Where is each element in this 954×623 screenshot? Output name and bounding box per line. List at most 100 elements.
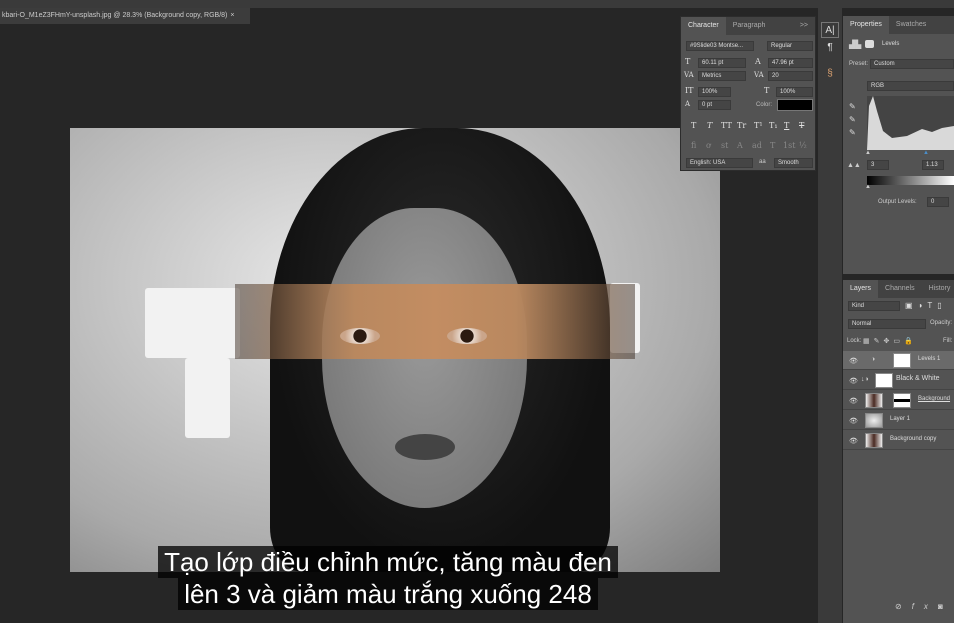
color-label: Color: — [756, 102, 773, 108]
filter-icons[interactable]: ▣◑T▯ — [905, 301, 947, 310]
paragraph-panel-icon[interactable]: ¶ — [821, 40, 839, 56]
glyphs-panel-icon[interactable]: § — [821, 66, 839, 82]
character-panel-icon[interactable]: A| — [821, 22, 839, 38]
torn-paper — [145, 288, 240, 358]
leading-input[interactable]: 47.96 pt — [768, 58, 813, 68]
underline-button[interactable]: T — [784, 121, 789, 130]
output-black-field[interactable]: 0 — [927, 197, 949, 207]
layer-row[interactable]: 👁 Layer 1 — [843, 411, 954, 430]
vertical-scale-icon: IT — [685, 86, 694, 95]
eye — [447, 328, 487, 344]
baseline-shift-icon: A — [685, 100, 691, 108]
font-family-select[interactable]: #9Slide03 Montse... — [686, 41, 754, 51]
tab-layers[interactable]: Layers — [843, 280, 879, 298]
baseline-shift-input[interactable]: 0 pt — [698, 100, 731, 110]
document-tab[interactable]: kbari-O_M1eZ3FHmY-unsplash.jpg @ 28.3% (… — [0, 8, 250, 24]
superscript-button[interactable]: T¹ — [754, 121, 763, 130]
visibility-eye-icon[interactable]: 👁 — [849, 397, 858, 405]
options-bar — [0, 0, 954, 8]
layer-name: Layer 1 — [890, 416, 911, 422]
input-black-field[interactable]: 3 — [867, 160, 889, 170]
layer-footer-icons[interactable]: ⊘fx◙ — [895, 602, 953, 611]
layer-name: Black & White — [896, 375, 940, 382]
visibility-eye-icon[interactable]: 👁 — [849, 437, 858, 445]
font-style-select[interactable]: Regular — [767, 41, 813, 51]
color-band — [235, 284, 635, 359]
tracking-select[interactable]: 20 — [768, 71, 813, 81]
tab-character[interactable]: Character — [681, 17, 726, 35]
blend-mode-select[interactable]: Normal — [848, 319, 926, 329]
subscript-button[interactable]: T₁ — [769, 121, 778, 130]
torn-paper — [185, 358, 230, 438]
eye — [340, 328, 380, 344]
ordinals-button[interactable]: 1st — [783, 141, 795, 150]
opacity-label: Opacity: — [930, 320, 953, 326]
faux-italic-button[interactable]: T — [707, 121, 712, 130]
visibility-eye-icon[interactable]: 👁 — [849, 417, 858, 425]
text-color-swatch[interactable] — [777, 99, 813, 111]
tab-history[interactable]: History — [922, 280, 954, 298]
ligatures-button[interactable]: fi — [691, 141, 696, 150]
subtitle-line: lên 3 và giảm màu trắng xuống 248 — [178, 578, 598, 610]
image-canvas[interactable] — [70, 128, 720, 572]
kerning-icon: VA — [684, 71, 694, 79]
discretionary-ligatures-button[interactable]: st — [721, 141, 728, 150]
auto-levels-icon[interactable]: ▲▲ — [847, 162, 861, 169]
tab-swatches[interactable]: Swatches — [889, 16, 933, 34]
small-caps-button[interactable]: Tr — [737, 121, 746, 130]
subtitle: Tạo lớp điều chỉnh mức, tăng màu đen lên… — [108, 546, 668, 610]
layer-row[interactable]: 👁 Background copy — [843, 431, 954, 450]
all-caps-button[interactable]: TT — [721, 121, 732, 130]
lips — [395, 434, 455, 460]
layer-row[interactable]: 👁 ◑ Levels 1 — [843, 351, 954, 370]
levels-icon: ▟▙ — [849, 40, 862, 49]
mask-icon — [865, 40, 874, 48]
layer-filter-select[interactable]: Kind — [848, 301, 900, 311]
visibility-eye-icon[interactable]: 👁 — [849, 357, 858, 365]
preset-label: Preset: — [849, 61, 869, 67]
layer-thumbnail — [865, 413, 883, 428]
output-levels-label: Output Levels: — [878, 199, 917, 205]
close-tab-icon[interactable]: × — [230, 12, 234, 19]
bw-adjustment-icon: ↓◑ — [861, 376, 869, 383]
layer-thumbnail — [865, 393, 883, 408]
leading-icon: A — [755, 57, 761, 66]
fractions-button[interactable]: ½ — [799, 141, 807, 150]
stylistic-alternates-button[interactable]: ad — [752, 141, 762, 150]
lock-label: Lock: — [847, 338, 862, 344]
panel-menu-button[interactable]: >> — [793, 17, 815, 35]
visibility-eye-icon[interactable]: 👁 — [849, 377, 858, 385]
vertical-scale-input[interactable]: 100% — [698, 87, 731, 97]
layer-name: Levels 1 — [918, 356, 941, 362]
document-title: kbari-O_M1eZ3FHmY-unsplash.jpg @ 28.3% (… — [2, 12, 228, 19]
font-size-input[interactable]: 60.11 pt — [698, 58, 746, 68]
output-gradient — [867, 176, 954, 185]
horizontal-scale-input[interactable]: 100% — [776, 87, 813, 97]
language-select[interactable]: English: USA — [686, 158, 753, 168]
tab-paragraph[interactable]: Paragraph — [726, 17, 773, 35]
output-black-slider[interactable]: ▲ — [865, 184, 871, 190]
layer-row[interactable]: 👁 Background — [843, 391, 954, 410]
input-mid-field[interactable]: 1.13 — [922, 160, 944, 170]
properties-title: Levels — [882, 41, 900, 47]
layer-row[interactable]: 👁 ↓◑ Black & White — [843, 371, 954, 390]
swash-button[interactable]: A — [737, 141, 743, 150]
strikethrough-button[interactable]: T — [799, 121, 804, 130]
old-style-button[interactable]: ơ — [706, 141, 711, 150]
layer-thumbnail — [865, 433, 883, 448]
faux-bold-button[interactable]: T — [691, 121, 696, 130]
midtone-slider[interactable]: ▲ — [923, 150, 929, 156]
anti-alias-select[interactable]: Smooth — [774, 158, 813, 168]
black-point-slider[interactable]: ▲ — [865, 150, 871, 156]
tab-properties[interactable]: Properties — [843, 16, 889, 34]
titling-alternates-button[interactable]: T — [770, 141, 775, 150]
channel-select[interactable]: RGB — [867, 81, 954, 91]
kerning-select[interactable]: Metrics — [698, 71, 746, 81]
tab-channels[interactable]: Channels — [878, 280, 922, 298]
fill-label: Fill: — [943, 338, 953, 344]
lock-icons[interactable]: ▦✎✥▭🔒 — [863, 337, 917, 345]
eyedropper-icons[interactable]: ✎ ✎ ✎ — [849, 100, 856, 139]
levels-adjustment-icon: ◑ — [871, 356, 876, 363]
layers-panel: Layers Channels History Kind ▣◑T▯ Normal… — [843, 280, 954, 623]
preset-select[interactable]: Custom — [870, 59, 954, 69]
